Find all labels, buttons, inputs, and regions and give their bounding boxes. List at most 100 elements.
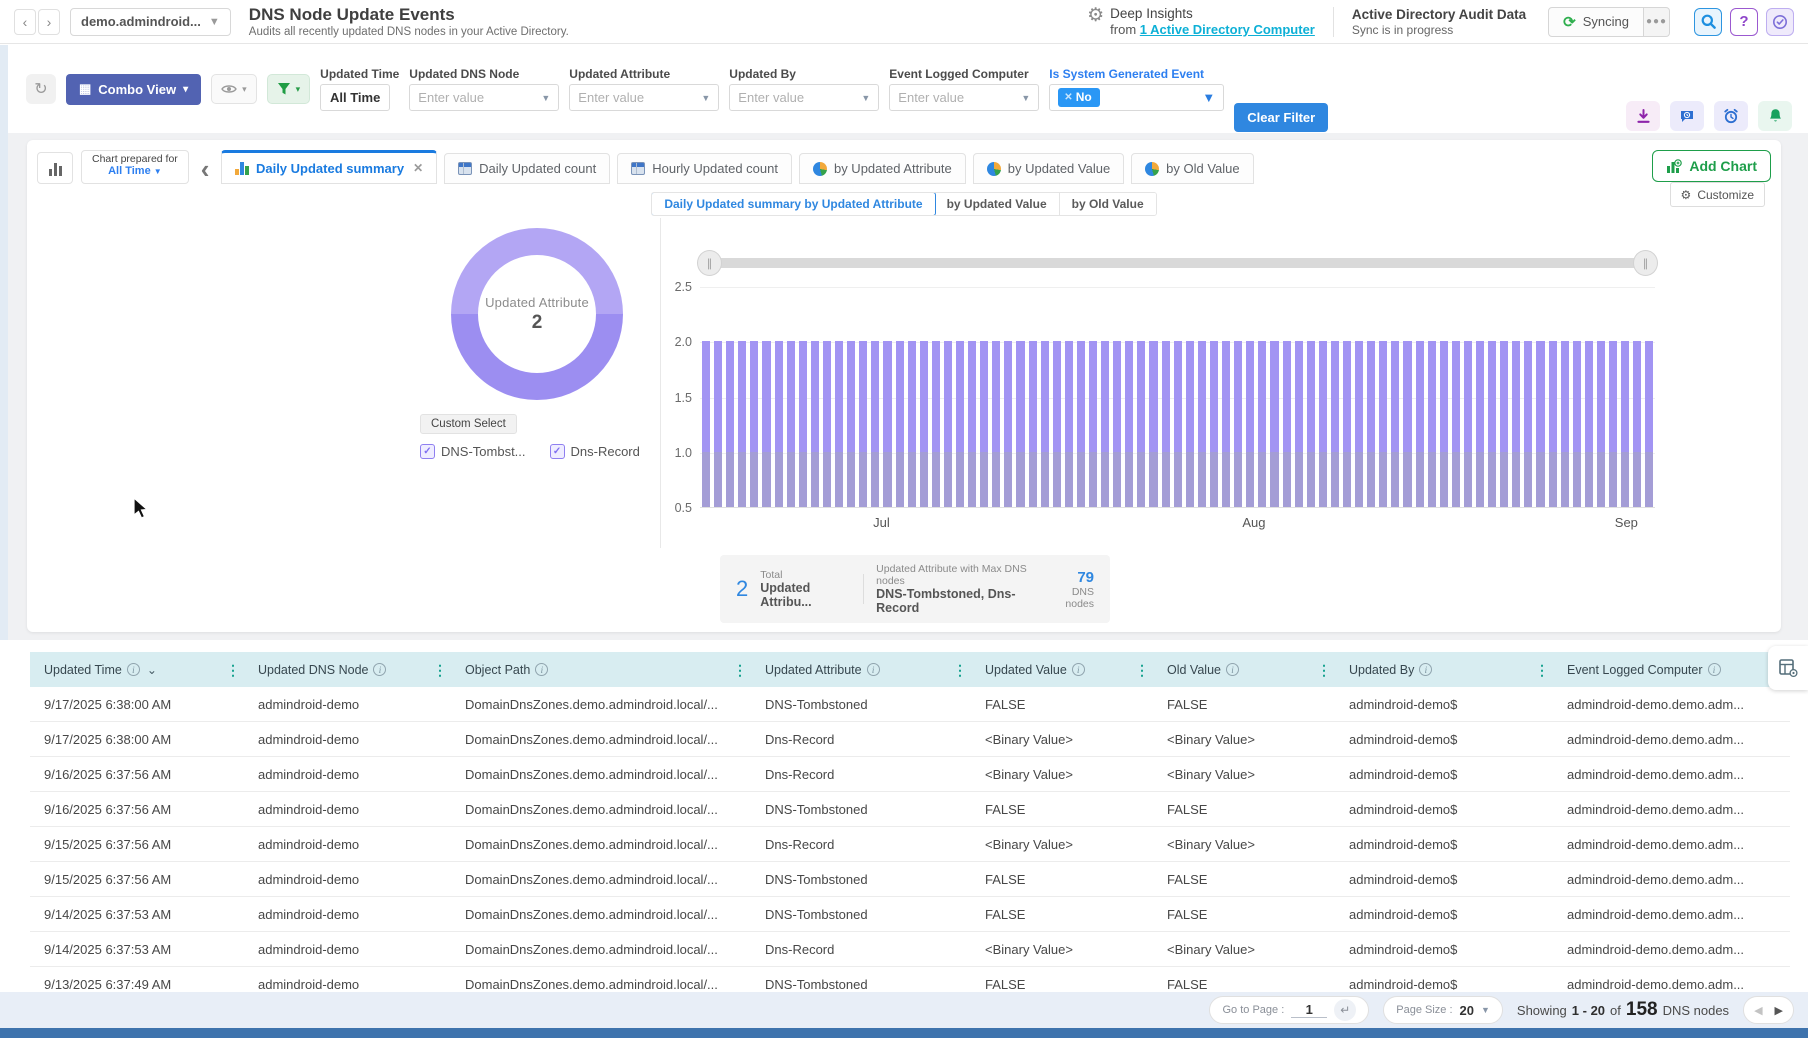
- table-row[interactable]: 9/17/2025 6:38:00 AMadmindroid-demoDomai…: [30, 687, 1790, 722]
- tenant-selector[interactable]: demo.admindroid... ▼: [70, 8, 231, 36]
- clear-filter-button[interactable]: Clear Filter: [1234, 103, 1328, 132]
- updated-attribute-filter-input[interactable]: Enter value ▼: [569, 84, 719, 111]
- nav-forward-button[interactable]: ›: [38, 9, 60, 35]
- filter-value: All Time: [330, 90, 380, 105]
- goto-page-submit-icon[interactable]: ↵: [1334, 999, 1356, 1021]
- combo-view-button[interactable]: ▦ Combo View ▾: [66, 74, 201, 105]
- chart-range-slider[interactable]: ∥ ∥: [700, 250, 1655, 276]
- add-chart-button[interactable]: Add Chart: [1652, 150, 1771, 182]
- table-cell: FALSE: [971, 977, 1153, 992]
- column-resize-handle[interactable]: ⋮: [1317, 664, 1331, 676]
- chart-tab-daily-updated-count[interactable]: Daily Updated count: [444, 153, 610, 184]
- table-icon: [458, 162, 472, 175]
- subtab-by-old-value[interactable]: by Old Value: [1060, 193, 1156, 215]
- info-icon[interactable]: i: [1708, 663, 1721, 676]
- column-resize-handle[interactable]: ⋮: [1535, 664, 1549, 676]
- help-button[interactable]: ?: [1730, 8, 1758, 36]
- search-button[interactable]: [1694, 8, 1722, 36]
- column-header-updated-dns-node[interactable]: Updated DNS Nodei⋮: [244, 652, 451, 687]
- column-header-updated-value[interactable]: Updated Valuei⋮: [971, 652, 1153, 687]
- page-nav: ◀ ▶: [1743, 996, 1794, 1024]
- is-system-generated-filter-input[interactable]: ✕No ▼: [1049, 84, 1224, 111]
- page-size-control[interactable]: Page Size : 20 ▼: [1383, 996, 1503, 1024]
- chart-tab-by-old-value[interactable]: by Old Value: [1131, 153, 1253, 184]
- table-row[interactable]: 9/15/2025 6:37:56 AMadmindroid-demoDomai…: [30, 862, 1790, 897]
- sync-more-button[interactable]: ●●●: [1644, 7, 1670, 37]
- subtab-daily-updated-summary-by-updated-attribute[interactable]: Daily Updated summary by Updated Attribu…: [651, 192, 935, 216]
- chart-tab-label: by Updated Value: [1008, 161, 1110, 176]
- updated-by-filter-input[interactable]: Enter value ▼: [729, 84, 879, 111]
- column-header-event-logged-computer[interactable]: Event Logged Computeri⋮: [1553, 652, 1790, 687]
- tab-scroll-left-icon[interactable]: ‹: [197, 156, 214, 184]
- column-resize-handle[interactable]: ⋮: [953, 664, 967, 676]
- feedback-button[interactable]: [1670, 101, 1704, 131]
- subtab-by-updated-value[interactable]: by Updated Value: [935, 193, 1060, 215]
- legend-item-dns-tombst-[interactable]: ✓DNS-Tombst...: [420, 444, 526, 459]
- info-icon[interactable]: i: [1072, 663, 1085, 676]
- slider-track[interactable]: [710, 258, 1645, 268]
- info-icon[interactable]: i: [373, 663, 386, 676]
- table-row[interactable]: 9/15/2025 6:37:56 AMadmindroid-demoDomai…: [30, 827, 1790, 862]
- info-icon[interactable]: i: [535, 663, 548, 676]
- table-row[interactable]: 9/16/2025 6:37:56 AMadmindroid-demoDomai…: [30, 792, 1790, 827]
- column-resize-handle[interactable]: ⋮: [1135, 664, 1149, 676]
- table-cell: admindroid-demo$: [1335, 872, 1553, 887]
- filter-funnel-icon: [277, 82, 291, 96]
- column-header-updated-attribute[interactable]: Updated Attributei⋮: [751, 652, 971, 687]
- schedule-button[interactable]: [1714, 101, 1748, 131]
- info-icon[interactable]: i: [127, 663, 140, 676]
- legend-checkbox[interactable]: ✓: [420, 444, 435, 459]
- filter-button[interactable]: ▾: [267, 74, 311, 104]
- donut-chart[interactable]: Updated Attribute 2: [451, 228, 623, 400]
- legend-checkbox[interactable]: ✓: [550, 444, 565, 459]
- chart-tab-daily-updated-summary[interactable]: Daily Updated summary✕: [221, 150, 437, 184]
- column-resize-handle[interactable]: ⋮: [226, 664, 240, 676]
- info-icon[interactable]: i: [1226, 663, 1239, 676]
- column-header-object-path[interactable]: Object Pathi⋮: [451, 652, 751, 687]
- download-button[interactable]: [1626, 101, 1660, 131]
- table-row[interactable]: 9/16/2025 6:37:56 AMadmindroid-demoDomai…: [30, 757, 1790, 792]
- column-visibility-button[interactable]: ▾: [211, 74, 257, 104]
- nav-back-button[interactable]: ‹: [14, 9, 36, 35]
- column-resize-handle[interactable]: ⋮: [433, 664, 447, 676]
- table-row[interactable]: 9/14/2025 6:37:53 AMadmindroid-demoDomai…: [30, 897, 1790, 932]
- event-logged-computer-filter-input[interactable]: Enter value ▼: [889, 84, 1039, 111]
- custom-select-button[interactable]: Custom Select: [420, 414, 517, 434]
- slider-right-handle[interactable]: ∥: [1633, 250, 1658, 276]
- chip-remove-icon[interactable]: ✕: [1064, 92, 1072, 103]
- slider-left-handle[interactable]: ∥: [697, 250, 722, 276]
- column-header-old-value[interactable]: Old Valuei⋮: [1153, 652, 1335, 687]
- sort-descending-icon[interactable]: ⌄: [147, 663, 157, 677]
- table-cell: DomainDnsZones.demo.admindroid.local/...: [451, 767, 751, 782]
- info-icon[interactable]: i: [1419, 663, 1432, 676]
- previous-page-button[interactable]: ◀: [1754, 1004, 1762, 1017]
- chart-tab-by-updated-attribute[interactable]: by Updated Attribute: [799, 153, 966, 184]
- column-resize-handle[interactable]: ⋮: [733, 664, 747, 676]
- alerts-button[interactable]: [1758, 101, 1792, 131]
- close-tab-icon[interactable]: ✕: [413, 161, 423, 175]
- active-directory-computer-link[interactable]: 1 Active Directory Computer: [1140, 22, 1315, 37]
- goto-page-input[interactable]: [1291, 1002, 1327, 1018]
- column-settings-button[interactable]: [1768, 646, 1808, 690]
- column-header-updated-time[interactable]: Updated Timei⌄⋮: [30, 652, 244, 687]
- reset-view-button[interactable]: ↻: [26, 74, 56, 104]
- bar: [1416, 341, 1424, 507]
- customize-button[interactable]: ⚙ Customize: [1670, 182, 1765, 207]
- chart-type-button[interactable]: [37, 152, 73, 184]
- audit-history-button[interactable]: [1766, 8, 1794, 36]
- syncing-button[interactable]: ⟳ Syncing: [1548, 7, 1644, 37]
- updated-dns-node-filter-input[interactable]: Enter value ▼: [409, 84, 559, 111]
- table-row[interactable]: 9/17/2025 6:38:00 AMadmindroid-demoDomai…: [30, 722, 1790, 757]
- filter-chip[interactable]: ✕No: [1058, 88, 1099, 107]
- page-size-value: 20: [1460, 1003, 1474, 1018]
- table-row[interactable]: 9/14/2025 6:37:53 AMadmindroid-demoDomai…: [30, 932, 1790, 967]
- next-page-button[interactable]: ▶: [1775, 1004, 1783, 1017]
- info-icon[interactable]: i: [867, 663, 880, 676]
- chart-prepared-for-selector[interactable]: Chart prepared for All Time ▼: [81, 150, 189, 184]
- chart-tab-by-updated-value[interactable]: by Updated Value: [973, 153, 1124, 184]
- legend-item-dns-record[interactable]: ✓Dns-Record: [550, 444, 640, 459]
- chart-tab-hourly-updated-count[interactable]: Hourly Updated count: [617, 153, 792, 184]
- table-cell: admindroid-demo$: [1335, 767, 1553, 782]
- updated-time-filter-value[interactable]: All Time: [320, 84, 390, 111]
- column-header-updated-by[interactable]: Updated Byi⋮: [1335, 652, 1553, 687]
